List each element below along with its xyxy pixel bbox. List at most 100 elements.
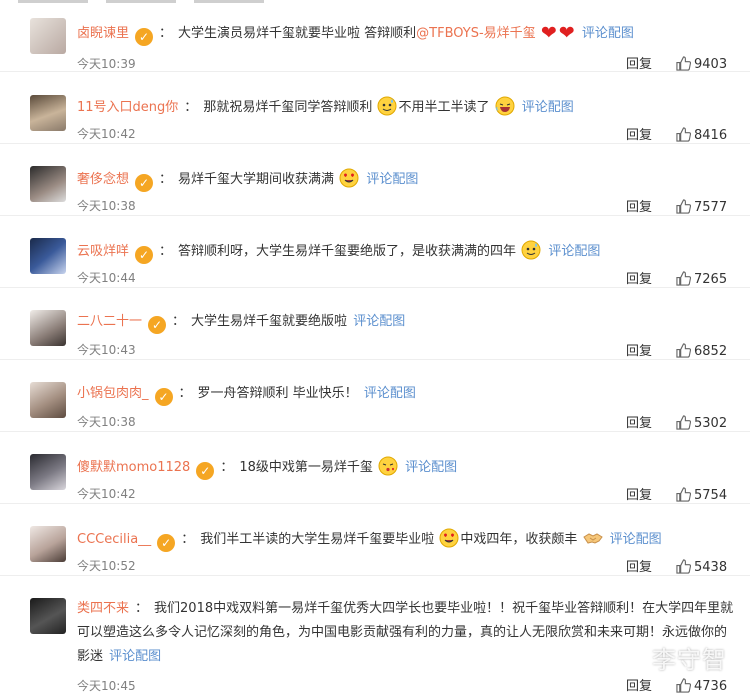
comment-text: 易烊千玺大学期间收获满满 [178, 172, 335, 187]
comment-item: 小锅包肉肉_ ✓ ： 罗一舟答辩顺利 毕业快乐！ 评论配图 今天10:38 回复 53… [0, 360, 750, 432]
avatar[interactable] [30, 95, 66, 131]
verified-badge-icon: ✓ [196, 462, 215, 480]
reply-button[interactable]: 回复 [626, 556, 652, 575]
thumbs-up-icon [676, 678, 692, 693]
comment-image-link[interactable]: 评论配图 [548, 244, 600, 259]
reply-button[interactable]: 回复 [626, 53, 652, 72]
user-name[interactable]: 卤睨谏里 [77, 26, 129, 41]
verified-badge-icon: ✓ [135, 28, 154, 46]
reply-button[interactable]: 回复 [626, 340, 652, 359]
like-button[interactable]: 7577 [676, 199, 727, 215]
avatar[interactable] [30, 382, 66, 418]
comment-text: 那就祝易烊千玺同学答辩顺利 [203, 100, 373, 115]
user-name[interactable]: 云吸烊咩 [77, 244, 129, 259]
reply-button[interactable]: 回复 [626, 484, 652, 503]
comment-line: 奢侈念想 ✓ ： 易烊千玺大学期间收获满满 评论配图 [77, 168, 740, 192]
like-button[interactable]: 5754 [676, 487, 727, 503]
comment-item: 类四不来 ：我们2018中戏双料第一易烊千玺优秀大四学长也要毕业啦！！祝千玺毕业答… [0, 576, 750, 694]
timestamp: 今天10:38 [77, 199, 136, 213]
colon-separator: ： [184, 100, 198, 115]
user-name[interactable]: CCCecilia__ [77, 532, 151, 547]
thumbs-up-icon [676, 487, 692, 502]
like-button[interactable]: 5302 [676, 415, 727, 431]
comment-line: CCCecilia__ ✓ ： 我们半工半读的大学生易烊千玺要毕业啦 中戏四年，收获颇… [77, 528, 740, 552]
timestamp: 今天10:44 [77, 271, 136, 285]
like-button[interactable]: 9403 [676, 56, 727, 72]
reply-button[interactable]: 回复 [626, 412, 652, 431]
like-count: 5302 [694, 416, 728, 431]
comment-line: 卤睨谏里 ✓ ： 大学生演员易烊千玺就要毕业啦 答辩顺利@TFBOYS-易烊千玺 ❤ ❤… [77, 23, 740, 46]
heart-eyes-emoji-icon [339, 168, 359, 188]
comment-image-link[interactable]: 评论配图 [405, 460, 457, 475]
colon-separator: ： [159, 26, 173, 41]
comment-image-link[interactable]: 评论配图 [522, 100, 574, 115]
comment-line: 小锅包肉肉_ ✓ ： 罗一舟答辩顺利 毕业快乐！ 评论配图 [77, 384, 740, 406]
timestamp: 今天10:52 [77, 559, 136, 573]
comment-image-link[interactable]: 评论配图 [366, 172, 418, 187]
comment-text-continued: 不用半工半读了 [398, 100, 490, 115]
reply-button[interactable]: 回复 [626, 675, 652, 694]
verified-badge-icon: ✓ [135, 246, 154, 264]
colon-separator: ： [220, 460, 234, 475]
watermark: 李守智 [652, 646, 727, 674]
comment-text-continued: 中戏四年，收获颇丰 [460, 532, 578, 547]
verified-badge-icon: ✓ [135, 174, 154, 192]
comment-image-link[interactable]: 评论配图 [364, 386, 416, 401]
comment-item: 二八二十一 ✓ ： 大学生易烊千玺就要绝版啦 评论配图 今天10:43 回复 6852 [0, 288, 750, 360]
comment-text: 大学生演员易烊千玺就要毕业啦 答辩顺利 [178, 26, 417, 41]
like-button[interactable]: 5438 [676, 559, 727, 575]
comment-item: 傻默默momo1128 ✓ ： 18级中戏第一易烊千玺 评论配图 今天10:42 回复… [0, 432, 750, 504]
user-name[interactable]: 11号入口deng你 [77, 100, 178, 115]
reply-button[interactable]: 回复 [626, 124, 652, 143]
comment-image-link[interactable]: 评论配图 [109, 649, 161, 664]
reply-button[interactable]: 回复 [626, 196, 652, 215]
sweat-emoji-icon [521, 240, 541, 260]
colon-separator: ： [172, 314, 186, 329]
like-button[interactable]: 6852 [676, 343, 727, 359]
colon-separator: ： [159, 244, 173, 259]
comment-image-link[interactable]: 评论配图 [610, 532, 662, 547]
laugh-emoji-icon [495, 96, 515, 116]
user-name[interactable]: 傻默默momo1128 [77, 460, 190, 475]
colon-separator: ： [159, 172, 173, 187]
like-count: 7265 [694, 272, 728, 287]
avatar[interactable] [30, 310, 66, 346]
like-count: 5438 [694, 560, 728, 575]
sweat-emoji-icon [377, 96, 397, 116]
comment-text: 我们2018中戏双料第一易烊千玺优秀大四学长也要毕业啦！！祝千玺毕业答辩顺利！在… [77, 601, 734, 664]
avatar[interactable] [30, 526, 66, 562]
comment-image-link[interactable]: 评论配图 [582, 26, 634, 41]
timestamp: 今天10:43 [77, 343, 136, 357]
avatar[interactable] [30, 598, 66, 634]
timestamp: 今天10:39 [77, 57, 136, 71]
thumbs-up-icon [676, 343, 692, 358]
comment-image-link[interactable]: 评论配图 [353, 314, 405, 329]
comment-text: 答辩顺利呀，大学生易烊千玺要绝版了，是收获满满的四年 [178, 244, 517, 259]
user-name[interactable]: 类四不来 [77, 601, 129, 616]
like-button[interactable]: 7265 [676, 271, 727, 287]
comment-text: 大学生易烊千玺就要绝版啦 [191, 314, 348, 329]
timestamp: 今天10:42 [77, 127, 136, 141]
comment-item: 卤睨谏里 ✓ ： 大学生演员易烊千玺就要毕业啦 答辩顺利@TFBOYS-易烊千玺 ❤ ❤… [0, 0, 750, 72]
mention-link[interactable]: @TFBOYS-易烊千玺 [416, 26, 536, 41]
timestamp: 今天10:42 [77, 487, 136, 501]
like-count: 7577 [694, 200, 728, 215]
like-button[interactable]: 4736 [676, 678, 727, 694]
thumbs-up-icon [676, 127, 692, 142]
user-name[interactable]: 奢侈念想 [77, 172, 129, 187]
avatar[interactable] [30, 18, 66, 54]
user-name[interactable]: 二八二十一 [77, 314, 142, 329]
comment-text: 罗一舟答辩顺利 毕业快乐！ [197, 386, 358, 401]
verified-badge-icon: ✓ [148, 316, 167, 334]
thumbs-up-icon [676, 271, 692, 286]
comment-text: 我们半工半读的大学生易烊千玺要毕业啦 [200, 532, 435, 547]
avatar[interactable] [30, 238, 66, 274]
like-button[interactable]: 8416 [676, 127, 727, 143]
avatar[interactable] [30, 454, 66, 490]
avatar[interactable] [30, 166, 66, 202]
user-name[interactable]: 小锅包肉肉_ [77, 386, 149, 401]
comment-item: CCCecilia__ ✓ ： 我们半工半读的大学生易烊千玺要毕业啦 中戏四年，收获颇… [0, 504, 750, 576]
verified-badge-icon: ✓ [157, 534, 176, 552]
comment-line: 类四不来 ：我们2018中戏双料第一易烊千玺优秀大四学长也要毕业啦！！祝千玺毕业答… [77, 597, 736, 669]
reply-button[interactable]: 回复 [626, 268, 652, 287]
